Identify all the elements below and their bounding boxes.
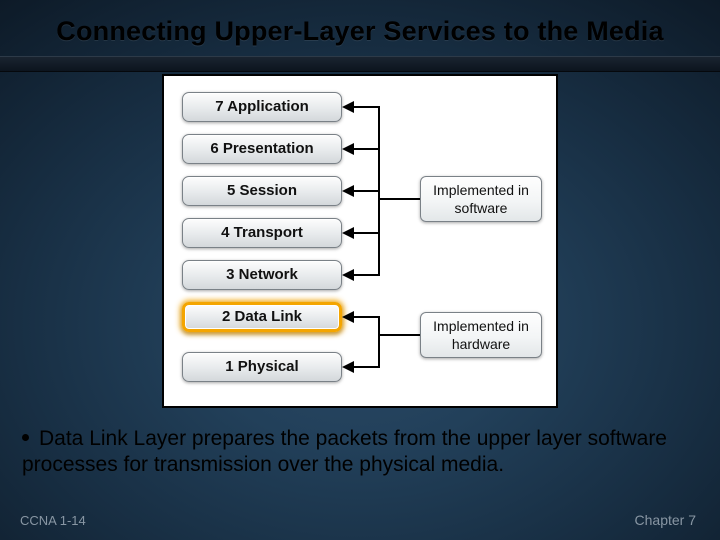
connector-to-hardware-box: [380, 334, 420, 336]
arrowhead-left-icon: [342, 101, 354, 113]
layer-4-transport: 4 Transport: [182, 218, 342, 248]
layer-3-network: 3 Network: [182, 260, 342, 290]
footer-left: CCNA 1-14: [20, 513, 86, 528]
layer-5-session: 5 Session: [182, 176, 342, 206]
connector: [354, 366, 378, 368]
layer-1-physical: 1 Physical: [182, 352, 342, 382]
footer-right: Chapter 7: [635, 512, 696, 528]
connector: [354, 274, 378, 276]
connector-to-software-box: [380, 198, 420, 200]
connector-bus-lower: [378, 316, 380, 368]
arrowhead-left-icon: [342, 143, 354, 155]
arrowhead-left-icon: [342, 185, 354, 197]
osi-figure: 7 Application 6 Presentation 5 Session 4…: [162, 74, 558, 408]
layer-6-presentation: 6 Presentation: [182, 134, 342, 164]
implemented-in-software: Implemented in software: [420, 176, 542, 222]
layer-7-application: 7 Application: [182, 92, 342, 122]
bullet-text: Data Link Layer prepares the packets fro…: [22, 427, 667, 476]
connector: [354, 190, 378, 192]
connector: [354, 232, 378, 234]
connector: [354, 148, 378, 150]
connector: [354, 316, 378, 318]
arrowhead-left-icon: [342, 269, 354, 281]
slide-title: Connecting Upper-Layer Services to the M…: [0, 16, 720, 47]
arrowhead-left-icon: [342, 361, 354, 373]
bullet-dot-icon: [22, 434, 29, 441]
title-band: [0, 56, 720, 72]
bullet-point: Data Link Layer prepares the packets fro…: [22, 426, 690, 478]
layer-2-data-link: 2 Data Link: [182, 302, 342, 332]
implemented-in-hardware: Implemented in hardware: [420, 312, 542, 358]
arrowhead-left-icon: [342, 311, 354, 323]
connector-bus-upper: [378, 106, 380, 276]
arrowhead-left-icon: [342, 227, 354, 239]
connector: [354, 106, 378, 108]
